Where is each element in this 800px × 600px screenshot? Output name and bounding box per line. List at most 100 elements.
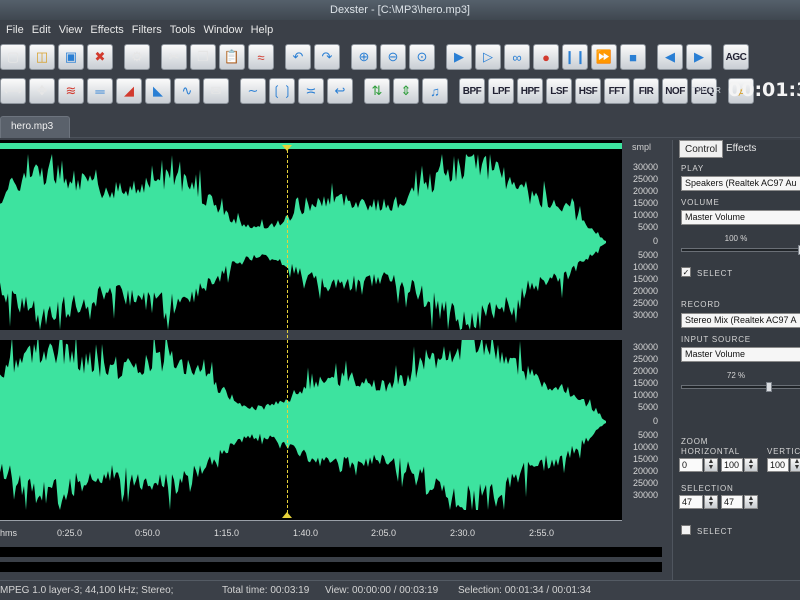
- view-range-bar[interactable]: [0, 143, 622, 149]
- input-slider-thumb[interactable]: [766, 382, 772, 392]
- window-title: Dexster - [C:\MP3\hero.mp3]: [0, 0, 800, 20]
- agc-button[interactable]: AGC: [723, 44, 749, 70]
- waveform-channel-2: [0, 334, 606, 510]
- amp-tick: 25000: [632, 478, 658, 488]
- playback-cursor[interactable]: [287, 150, 288, 518]
- amp-tick: 30000: [632, 490, 658, 500]
- play-icon[interactable]: ▶: [446, 44, 472, 70]
- volume-label: VOLUME: [681, 198, 720, 207]
- record-device-select[interactable]: Stereo Mix (Realtek AC97 A: [681, 313, 800, 328]
- tab-effects[interactable]: Effects: [721, 140, 761, 158]
- volume-percent: 100 %: [724, 234, 748, 243]
- music-note-icon[interactable]: ♫: [422, 78, 448, 104]
- input-slider[interactable]: [681, 382, 800, 392]
- pitch-icon[interactable]: ⇅: [364, 78, 390, 104]
- menu-window[interactable]: Window: [203, 24, 242, 36]
- close-file-icon[interactable]: ✖: [87, 44, 113, 70]
- menu-file[interactable]: File: [6, 24, 24, 36]
- normalize-icon[interactable]: ═: [87, 78, 113, 104]
- zoom-h-from-spinner-icon[interactable]: ▲ ▼: [704, 458, 718, 472]
- speaker-right-icon[interactable]: ▶: [686, 44, 712, 70]
- selection-from-input[interactable]: 47: [679, 495, 703, 509]
- fade-in-icon[interactable]: ◢: [116, 78, 142, 104]
- menu-view[interactable]: View: [59, 24, 83, 36]
- amp-tick: 30000: [632, 162, 658, 172]
- hsf-button[interactable]: HSF: [575, 78, 601, 104]
- paste-icon[interactable]: 📋: [219, 44, 245, 70]
- volume-source-select[interactable]: Master Volume: [681, 210, 800, 225]
- play-label: PLAY: [681, 164, 705, 173]
- selection-select-checkbox[interactable]: [681, 525, 691, 535]
- cursor-top-marker-icon[interactable]: [282, 145, 292, 151]
- record-label: RECORD: [681, 300, 721, 309]
- lpf-button[interactable]: LPF: [488, 78, 514, 104]
- tab-hero-mp3[interactable]: hero.mp3: [0, 116, 70, 138]
- settings-gear-icon[interactable]: ⚙: [124, 44, 150, 70]
- lsf-button[interactable]: LSF: [546, 78, 572, 104]
- fft-button[interactable]: FFT: [604, 78, 630, 104]
- menu-effects[interactable]: Effects: [90, 24, 123, 36]
- bpf-button[interactable]: BPF: [459, 78, 485, 104]
- stop-icon[interactable]: ■: [620, 44, 646, 70]
- play-from-cursor-icon[interactable]: ▷: [475, 44, 501, 70]
- redo-icon[interactable]: ↷: [314, 44, 340, 70]
- loop-icon[interactable]: ∞: [504, 44, 530, 70]
- menu-tools[interactable]: Tools: [170, 24, 196, 36]
- overview-bar-bottom[interactable]: [0, 562, 662, 572]
- cut-icon[interactable]: ✂: [161, 44, 187, 70]
- selection-to-input[interactable]: 47: [721, 495, 743, 509]
- zoom-h-to-input[interactable]: 100: [721, 458, 743, 472]
- amplify-icon[interactable]: ≋: [58, 78, 84, 104]
- zoom-in-icon[interactable]: ⊕: [351, 44, 377, 70]
- cursor-bottom-marker-icon[interactable]: [282, 512, 292, 518]
- fast-forward-icon[interactable]: ⏩: [591, 44, 617, 70]
- open-folder-icon[interactable]: ◫: [29, 44, 55, 70]
- amp-tick: 20000: [632, 466, 658, 476]
- zoom-h-to-spinner-icon[interactable]: ▲ ▼: [744, 458, 758, 472]
- selection-to-spinner-icon[interactable]: ▲ ▼: [744, 495, 758, 509]
- zoom-out-icon[interactable]: ⊖: [380, 44, 406, 70]
- trim-icon[interactable]: ⟷: [0, 78, 26, 104]
- menu-edit[interactable]: Edit: [32, 24, 51, 36]
- play-device-select[interactable]: Speakers (Realtek AC97 Au: [681, 176, 800, 191]
- amp-tick: 20000: [632, 186, 658, 196]
- fir-button[interactable]: FIR: [633, 78, 659, 104]
- nof-button[interactable]: NOF: [662, 78, 688, 104]
- copy-icon[interactable]: ❐: [190, 44, 216, 70]
- play-select-checkbox[interactable]: ✓: [681, 267, 691, 277]
- status-bar: MPEG 1.0 layer-3; 44,100 kHz; Stereo; To…: [0, 580, 800, 600]
- record-icon[interactable]: ●: [533, 44, 559, 70]
- amp-tick: 15000: [632, 378, 658, 388]
- time-ruler: hms 0:25.0 0:50.0 1:15.0 1:40.0 2:05.0 2…: [0, 520, 622, 540]
- reverb-icon[interactable]: ≍: [298, 78, 324, 104]
- pause-icon[interactable]: ❙❙: [562, 44, 588, 70]
- speaker-left-icon[interactable]: ◀: [657, 44, 683, 70]
- hpf-button[interactable]: HPF: [517, 78, 543, 104]
- tempo-icon[interactable]: ⇕: [393, 78, 419, 104]
- split-icon[interactable]: ✥: [29, 78, 55, 104]
- undo-icon[interactable]: ↶: [285, 44, 311, 70]
- save-icon[interactable]: ▣: [58, 44, 84, 70]
- email-icon[interactable]: ✉: [203, 78, 229, 104]
- input-source-select[interactable]: Master Volume: [681, 347, 800, 362]
- new-file-icon[interactable]: ▢: [0, 44, 26, 70]
- menu-help[interactable]: Help: [251, 24, 274, 36]
- zoom-fit-icon[interactable]: ⊙: [409, 44, 435, 70]
- noise-reduction-icon[interactable]: ∼: [240, 78, 266, 104]
- echo-icon[interactable]: ❲❳: [269, 78, 295, 104]
- envelope-icon[interactable]: ∿: [174, 78, 200, 104]
- zoom-vertical-label: VERTICAL: [767, 447, 800, 456]
- volume-slider[interactable]: [681, 245, 800, 255]
- zoom-label: ZOOM: [681, 437, 709, 446]
- time-tick: hms: [0, 528, 18, 538]
- overview-bar-top[interactable]: [0, 547, 662, 557]
- fade-out-icon[interactable]: ◣: [145, 78, 171, 104]
- zoom-v-input[interactable]: 100: [767, 458, 789, 472]
- reverse-icon[interactable]: ↩: [327, 78, 353, 104]
- selection-from-spinner-icon[interactable]: ▲ ▼: [704, 495, 718, 509]
- mix-paste-icon[interactable]: ≈: [248, 44, 274, 70]
- zoom-v-spinner-icon[interactable]: ▲ ▼: [790, 458, 800, 472]
- zoom-h-from-input[interactable]: 0: [679, 458, 703, 472]
- tab-control[interactable]: Control: [679, 140, 724, 158]
- menu-filters[interactable]: Filters: [132, 24, 162, 36]
